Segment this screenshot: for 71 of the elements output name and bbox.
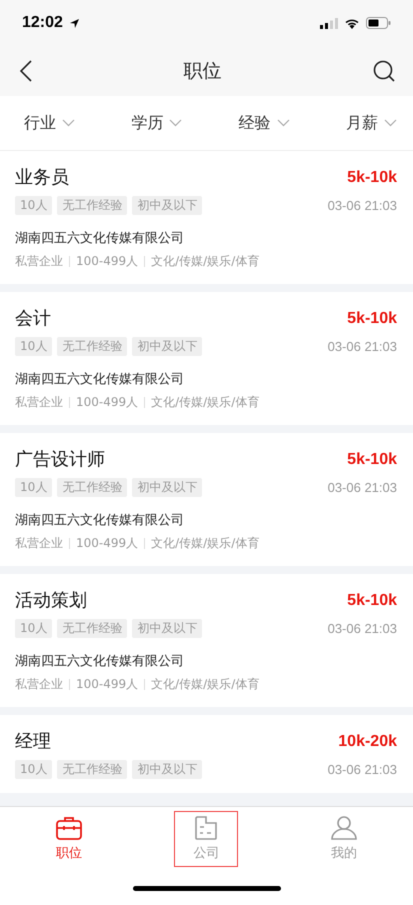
job-tag: 无工作经验 (57, 337, 128, 356)
post-time: 03-06 21:03 (328, 621, 397, 636)
tab-item[interactable]: 职位 (36, 811, 101, 867)
company-info: 私营企业 (15, 394, 63, 411)
document-icon (194, 816, 218, 840)
filter-dropdown[interactable]: 经验 (238, 112, 290, 134)
job-tag: 无工作经验 (57, 196, 128, 215)
job-tag: 10人 (15, 337, 52, 356)
job-tag: 10人 (15, 196, 52, 215)
job-tag: 无工作经验 (57, 760, 128, 779)
filter-dropdown[interactable]: 学历 (131, 112, 182, 134)
status-time: 12:02 (22, 14, 63, 32)
company-info: 私营企业 (15, 676, 63, 693)
job-card[interactable]: 经理 10k-20k 10人 无工作经验 初中及以下 03-06 21:03 (0, 715, 413, 793)
wifi-icon (344, 17, 360, 29)
company-name: 湖南四五六文化传媒有限公司 (15, 653, 185, 670)
post-time: 03-06 21:03 (328, 762, 397, 777)
chevron-down-icon (384, 119, 397, 127)
job-card[interactable]: 业务员 5k-10k 10人 无工作经验 初中及以下 03-06 21:03 湖南四五六文化传媒有限公司 私营企业 100-499人 文化/传媒/娱乐/体育 (0, 151, 413, 284)
company-info: 文化/传媒/娱乐/体育 (151, 535, 260, 552)
company-name: 湖南四五六文化传媒有限公司 (15, 230, 185, 247)
company-name: 湖南四五六文化传媒有限公司 (15, 371, 185, 388)
location-arrow-icon (68, 18, 80, 28)
company-info: 文化/传媒/娱乐/体育 (151, 253, 260, 270)
company-info: 文化/传媒/娱乐/体育 (151, 676, 260, 693)
chevron-down-icon (62, 119, 75, 127)
post-time: 03-06 21:03 (328, 339, 397, 354)
job-tag: 10人 (15, 760, 52, 779)
job-tag: 初中及以下 (132, 337, 202, 356)
battery-icon (366, 17, 391, 29)
salary: 5k-10k (347, 169, 397, 187)
job-card[interactable]: 广告设计师 5k-10k 10人 无工作经验 初中及以下 03-06 21:03 湖南四五六文化传媒有限公司 私营企业 100-499人 文化/传媒/娱乐/体育 (0, 433, 413, 566)
salary: 10k-20k (338, 733, 397, 751)
company-info: 100-499人 (76, 394, 138, 411)
job-card[interactable]: 会计 5k-10k 10人 无工作经验 初中及以下 03-06 21:03 湖南四五六文化传媒有限公司 私营企业 100-499人 文化/传媒/娱乐/体育 (0, 292, 413, 425)
person-icon (331, 816, 358, 840)
job-tag: 初中及以下 (132, 196, 202, 215)
job-tag: 10人 (15, 478, 52, 497)
back-icon[interactable] (20, 60, 32, 82)
search-icon[interactable] (373, 60, 395, 82)
company-info: 私营企业 (15, 253, 63, 270)
salary: 5k-10k (347, 592, 397, 610)
job-tag: 初中及以下 (132, 760, 202, 779)
post-time: 03-06 21:03 (328, 198, 397, 213)
company-info: 100-499人 (76, 535, 138, 552)
chevron-down-icon (169, 119, 182, 127)
signal-icon (320, 18, 338, 28)
company-info: 100-499人 (76, 253, 138, 270)
company-info: 100-499人 (76, 676, 138, 693)
job-tag: 初中及以下 (132, 619, 202, 638)
briefcase-icon (56, 816, 82, 840)
chevron-down-icon (276, 119, 290, 127)
job-title: 业务员 (15, 166, 69, 190)
job-tag: 10人 (15, 619, 52, 638)
company-info: 文化/传媒/娱乐/体育 (151, 394, 260, 411)
job-title: 广告设计师 (15, 448, 105, 472)
job-tag: 无工作经验 (57, 478, 128, 497)
page-title: 职位 (184, 59, 222, 84)
job-title: 活动策划 (15, 589, 87, 613)
filter-dropdown[interactable]: 月薪 (346, 112, 397, 134)
company-info: 私营企业 (15, 535, 63, 552)
post-time: 03-06 21:03 (328, 480, 397, 495)
job-tag: 初中及以下 (132, 478, 202, 497)
job-title: 经理 (15, 730, 51, 754)
company-name: 湖南四五六文化传媒有限公司 (15, 512, 185, 529)
job-title: 会计 (15, 307, 51, 331)
salary: 5k-10k (347, 451, 397, 469)
job-tag: 无工作经验 (57, 619, 128, 638)
filter-dropdown[interactable]: 行业 (24, 112, 75, 134)
job-card[interactable]: 活动策划 5k-10k 10人 无工作经验 初中及以下 03-06 21:03 湖南四五六文化传媒有限公司 私营企业 100-499人 文化/传媒/娱乐/体育 (0, 574, 413, 707)
salary: 5k-10k (347, 310, 397, 328)
